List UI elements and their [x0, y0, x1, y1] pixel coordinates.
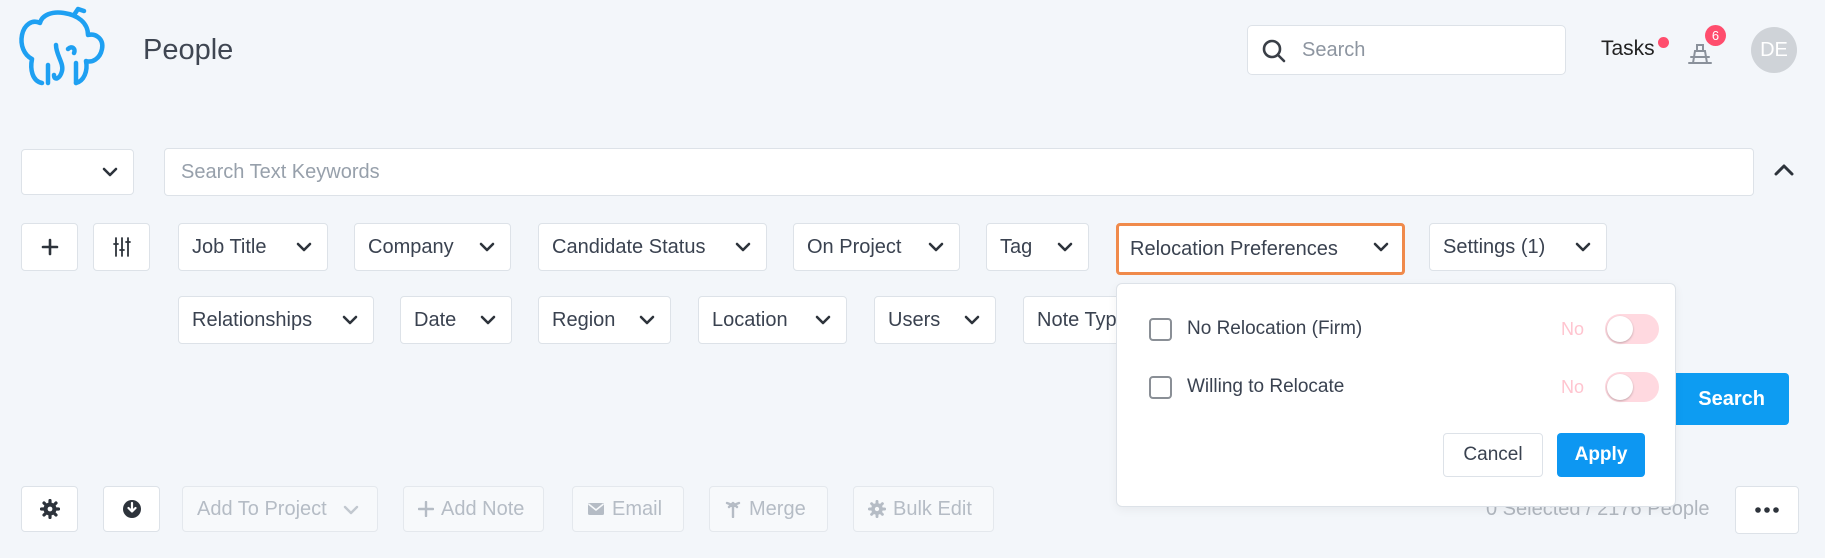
filter-label: Candidate Status	[552, 235, 706, 258]
filter-company[interactable]: Company	[354, 223, 511, 271]
chevron-down-icon	[1056, 240, 1074, 254]
filter-date[interactable]: Date	[400, 296, 512, 344]
toggle-switch[interactable]	[1605, 314, 1659, 344]
keyword-search-field[interactable]	[164, 148, 1754, 196]
page-title: People	[143, 34, 234, 66]
chevron-down-icon	[342, 503, 367, 517]
chevron-down-icon	[927, 240, 945, 254]
export-button[interactable]	[103, 486, 160, 532]
tasks-indicator-dot	[1658, 37, 1669, 48]
filter-label: On Project	[807, 235, 902, 258]
filter-label: Tag	[1000, 235, 1033, 258]
chevron-down-icon	[478, 240, 496, 254]
filter-label: Relationships	[192, 308, 313, 331]
button-label: Bulk Edit	[893, 497, 972, 520]
tasks-link[interactable]: Tasks	[1601, 36, 1655, 62]
filter-settings[interactable]: Settings (1)	[1429, 223, 1607, 271]
search-mode-select[interactable]	[21, 149, 134, 195]
envelope-icon	[587, 502, 612, 516]
chevron-down-icon	[638, 313, 656, 327]
search-button[interactable]: Search	[1660, 373, 1789, 425]
filter-users[interactable]: Users	[874, 296, 996, 344]
notifications-badge: 6	[1705, 25, 1726, 46]
email-button[interactable]: Email	[572, 486, 684, 532]
chevron-down-icon	[963, 313, 981, 327]
gear-icon	[39, 499, 60, 519]
filter-label: Note Typ	[1037, 308, 1117, 331]
power-icon	[121, 498, 143, 520]
elephant-logo-icon[interactable]	[18, 5, 110, 95]
chevron-down-icon	[341, 313, 359, 327]
checkbox[interactable]	[1149, 318, 1172, 341]
toggle-switch[interactable]	[1605, 372, 1659, 402]
plus-icon	[41, 238, 59, 256]
filter-candidate-status[interactable]: Candidate Status	[538, 223, 767, 271]
filter-tag[interactable]: Tag	[986, 223, 1089, 271]
merge-button[interactable]: Merge	[709, 486, 828, 532]
filter-label: Region	[552, 308, 616, 331]
user-avatar[interactable]: DE	[1751, 27, 1797, 73]
apply-button[interactable]: Apply	[1557, 433, 1645, 477]
option-willing-to-relocate[interactable]: Willing to Relocate No	[1116, 367, 1676, 407]
chevron-down-icon	[1574, 240, 1592, 254]
add-to-project-button[interactable]: Add To Project	[182, 486, 378, 532]
chevron-down-icon	[479, 313, 497, 327]
filter-label: Job Title	[192, 235, 267, 258]
add-filter-button[interactable]	[21, 223, 78, 271]
filter-label: Company	[368, 235, 454, 258]
collapse-filters-button[interactable]	[1770, 158, 1798, 182]
filter-on-project[interactable]: On Project	[793, 223, 960, 271]
filter-region[interactable]: Region	[538, 296, 671, 344]
chevron-down-icon	[734, 240, 752, 254]
filter-label: Relocation Preferences	[1130, 237, 1338, 260]
filter-job-title[interactable]: Job Title	[178, 223, 328, 271]
filter-label: Settings (1)	[1443, 235, 1546, 258]
toggle-label: No	[1561, 319, 1585, 339]
filter-label: Users	[888, 308, 941, 331]
button-label: Merge	[749, 497, 806, 520]
bulk-edit-button[interactable]: Bulk Edit	[853, 486, 994, 532]
button-label: Email	[612, 497, 663, 520]
global-search-input[interactable]	[1302, 26, 1552, 74]
more-actions-button[interactable]	[1735, 486, 1799, 534]
option-no-relocation[interactable]: No Relocation (Firm) No	[1116, 309, 1676, 349]
filter-label: Date	[414, 308, 457, 331]
option-label: No Relocation (Firm)	[1187, 318, 1363, 339]
chevron-down-icon	[101, 165, 119, 179]
chevron-down-icon	[814, 313, 832, 327]
relocation-preferences-dropdown: No Relocation (Firm) No Willing to Reloc…	[1116, 283, 1676, 507]
sliders-icon	[111, 236, 133, 258]
filter-settings-button[interactable]	[93, 223, 150, 271]
add-note-button[interactable]: Add Note	[403, 486, 544, 532]
more-horizontal-icon	[1755, 507, 1779, 513]
gear-icon	[868, 500, 893, 518]
cancel-button[interactable]: Cancel	[1443, 433, 1543, 477]
filter-relationships[interactable]: Relationships	[178, 296, 374, 344]
chevron-down-icon	[1372, 240, 1390, 254]
search-icon	[1261, 38, 1287, 64]
filter-relocation-preferences[interactable]: Relocation Preferences	[1116, 223, 1405, 275]
filter-location[interactable]: Location	[698, 296, 847, 344]
chevron-down-icon	[295, 240, 313, 254]
plus-icon	[418, 501, 441, 517]
global-search[interactable]	[1247, 25, 1566, 75]
list-settings-button[interactable]	[21, 486, 78, 532]
checkbox[interactable]	[1149, 376, 1172, 399]
merge-icon	[724, 500, 749, 518]
option-label: Willing to Relocate	[1187, 376, 1345, 397]
button-label: Add To Project	[197, 497, 327, 520]
filter-label: Location	[712, 308, 788, 331]
button-label: Add Note	[441, 497, 525, 520]
toggle-label: No	[1561, 377, 1585, 397]
keyword-search-input[interactable]	[165, 149, 1753, 195]
